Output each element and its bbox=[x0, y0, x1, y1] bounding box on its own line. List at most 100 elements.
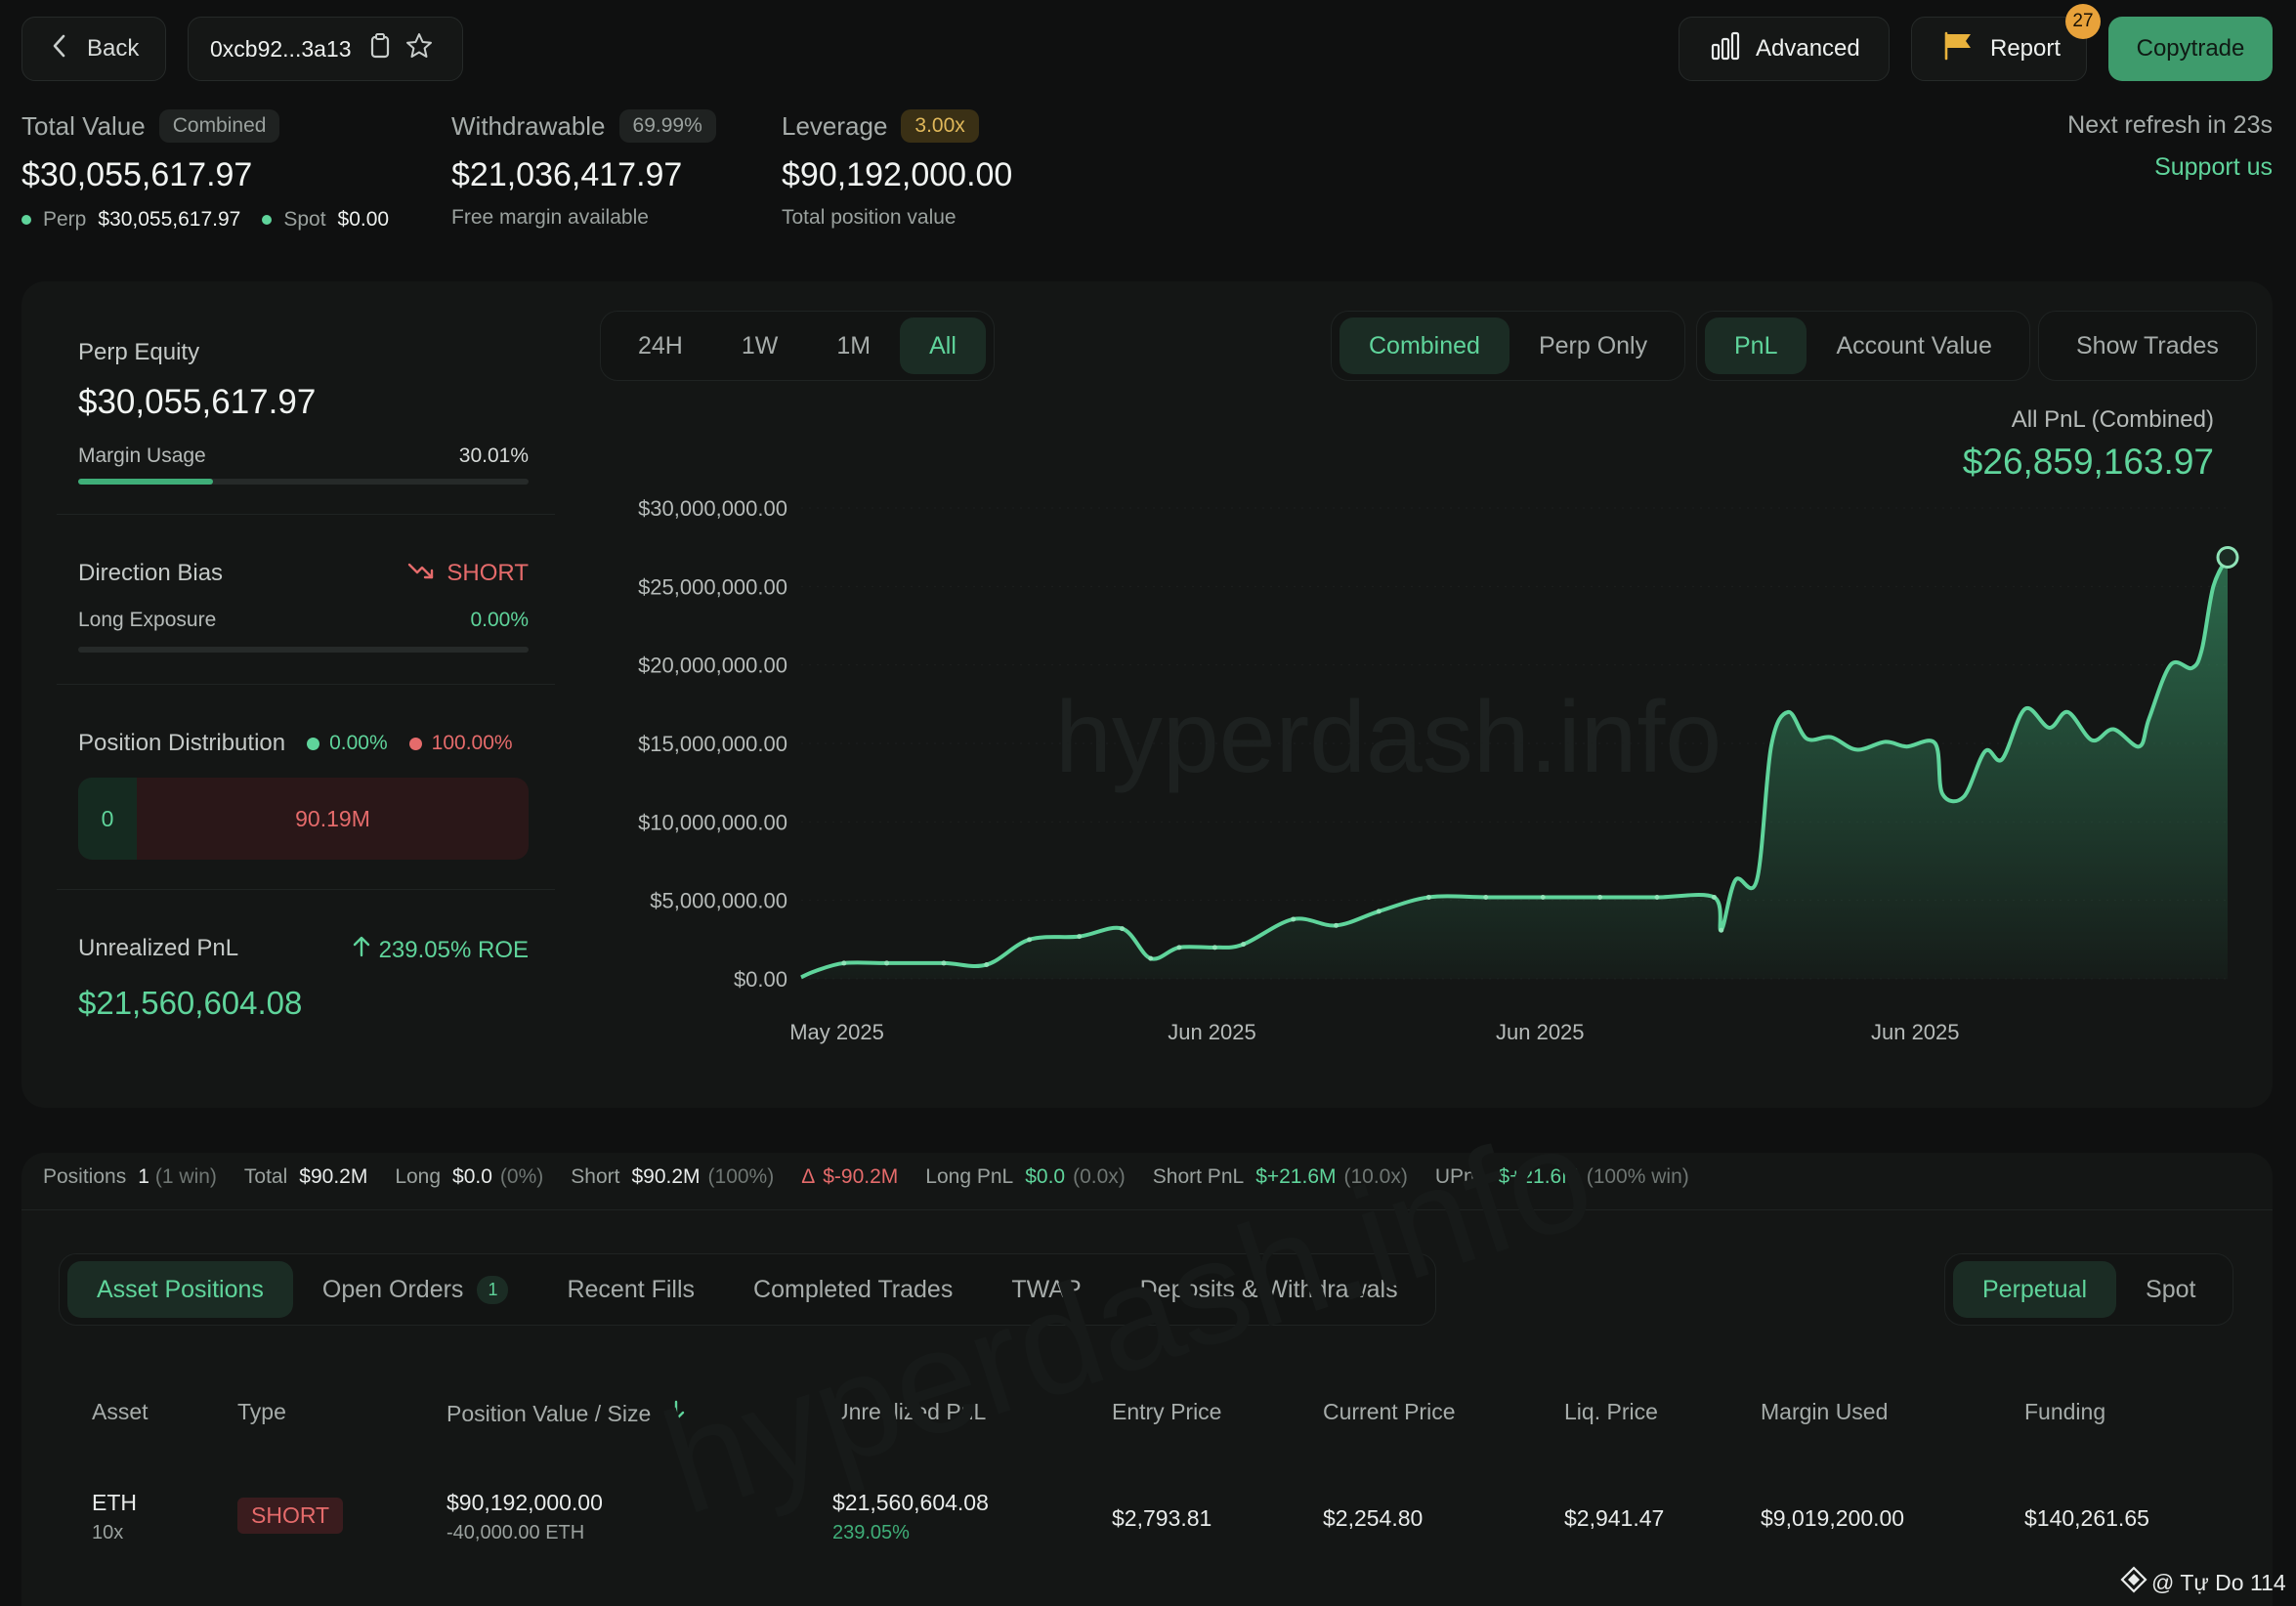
dist-short-value: 90.19M bbox=[295, 805, 370, 831]
refresh-timer: Next refresh in 23s bbox=[2067, 111, 2273, 139]
x-tick-label: Jun 2025 bbox=[1168, 1020, 1256, 1044]
report-label: Report bbox=[1990, 35, 2062, 62]
data-point bbox=[1425, 894, 1431, 900]
data-point bbox=[984, 962, 990, 968]
chart-pnl-label: All PnL (Combined) bbox=[2011, 406, 2214, 433]
show-trades-toggle[interactable]: Show Trades bbox=[2038, 311, 2257, 381]
data-point bbox=[841, 960, 847, 966]
range-24h[interactable]: 24H bbox=[609, 317, 712, 374]
col-funding[interactable]: Funding bbox=[2024, 1399, 2105, 1425]
advanced-button[interactable]: Advanced bbox=[1679, 17, 1890, 81]
row-liq-price: $2,941.47 bbox=[1564, 1505, 1665, 1531]
total-value-amount: $30,055,617.97 bbox=[21, 156, 253, 193]
bar-chart-icon bbox=[1711, 31, 1740, 67]
withdrawable-badge: 69.99% bbox=[618, 109, 716, 143]
perp-dot bbox=[21, 215, 31, 225]
summary-positions-sub: (1 win) bbox=[154, 1165, 217, 1188]
spot-label: Spot bbox=[283, 208, 326, 231]
margin-usage-label: Margin Usage bbox=[78, 444, 206, 467]
row-margin-used: $9,019,200.00 bbox=[1761, 1505, 1905, 1531]
direction-bias-label: Direction Bias bbox=[78, 560, 224, 586]
mode-perp-only[interactable]: Perp Only bbox=[1509, 317, 1677, 374]
data-point bbox=[1077, 934, 1083, 940]
col-current-price[interactable]: Current Price bbox=[1323, 1399, 1455, 1425]
report-count: 27 bbox=[2072, 11, 2094, 31]
back-button[interactable]: Back bbox=[21, 17, 166, 81]
long-exposure-label: Long Exposure bbox=[78, 609, 217, 631]
diamond-logo-icon bbox=[2120, 1566, 2147, 1599]
report-count-badge: 27 bbox=[2065, 4, 2101, 39]
report-button[interactable]: Report bbox=[1911, 17, 2087, 81]
copytrade-button[interactable]: Copytrade bbox=[2108, 17, 2273, 81]
data-point bbox=[1241, 942, 1247, 948]
data-point bbox=[1027, 937, 1033, 943]
range-all[interactable]: All bbox=[900, 317, 986, 374]
tab-open-orders[interactable]: Open Orders 1 bbox=[293, 1261, 538, 1318]
arrow-up-icon bbox=[352, 935, 371, 965]
data-point bbox=[1148, 955, 1154, 961]
tab-recent-fills[interactable]: Recent Fills bbox=[537, 1261, 724, 1318]
unrealized-pnl-value: $21,560,604.08 bbox=[78, 985, 303, 1021]
summary-positions-value: 1 bbox=[138, 1165, 149, 1188]
withdrawable-sub: Free margin available bbox=[451, 206, 649, 229]
summary-long-pnl-sub: (0.0x) bbox=[1073, 1165, 1126, 1188]
chart-watermark: hyperdash.info bbox=[1055, 681, 1722, 794]
market-tabs: Perpetual Spot bbox=[1944, 1253, 2234, 1326]
data-point bbox=[941, 960, 947, 966]
col-margin-used[interactable]: Margin Used bbox=[1761, 1399, 1888, 1425]
star-icon[interactable] bbox=[404, 31, 434, 67]
direction-bias-text: SHORT bbox=[446, 560, 529, 586]
data-point bbox=[1120, 926, 1125, 932]
copy-icon[interactable] bbox=[369, 32, 391, 66]
data-point bbox=[1540, 894, 1546, 900]
data-point bbox=[1483, 894, 1489, 900]
mode-combined[interactable]: Combined bbox=[1339, 317, 1509, 374]
metric-selector: PnL Account Value bbox=[1696, 311, 2030, 381]
y-tick-label: $10,000,000.00 bbox=[638, 810, 787, 834]
summary-long-pnl-value: $0.0 bbox=[1025, 1165, 1066, 1188]
range-1m[interactable]: 1M bbox=[807, 317, 900, 374]
copytrade-label: Copytrade bbox=[2136, 35, 2245, 62]
summary-long-pnl-label: Long PnL bbox=[925, 1165, 1014, 1188]
spot-value: $0.00 bbox=[337, 208, 390, 231]
metric-pnl[interactable]: PnL bbox=[1705, 317, 1807, 374]
summary-short-label: Short bbox=[571, 1165, 620, 1188]
pnl-chart[interactable]: hyperdash.info $30,000,000.00 $25,000,000… bbox=[606, 488, 2286, 1044]
y-tick-label: $15,000,000.00 bbox=[638, 732, 787, 756]
summary-upnl-sub: (100% win) bbox=[1586, 1165, 1689, 1188]
footer-credit-text: @ Tự Do 114 bbox=[2151, 1569, 2286, 1595]
data-point bbox=[1376, 909, 1382, 914]
row-current-price: $2,254.80 bbox=[1323, 1505, 1424, 1531]
flag-icon bbox=[1943, 31, 1975, 67]
left-divider-3 bbox=[57, 889, 555, 890]
chevron-left-icon bbox=[50, 33, 69, 65]
address-chip: 0xcb92...3a13 bbox=[188, 17, 463, 81]
summary-total-label: Total bbox=[243, 1165, 288, 1188]
range-1w[interactable]: 1W bbox=[712, 317, 808, 374]
data-point bbox=[1176, 945, 1182, 951]
col-asset[interactable]: Asset bbox=[92, 1399, 149, 1425]
tab-asset-positions[interactable]: Asset Positions bbox=[67, 1261, 293, 1318]
col-type[interactable]: Type bbox=[237, 1399, 286, 1425]
row-leverage: 10x bbox=[92, 1522, 124, 1543]
x-tick-label: Jun 2025 bbox=[1871, 1020, 1960, 1044]
data-point bbox=[1719, 927, 1724, 933]
summary-short-sub: (100%) bbox=[707, 1165, 775, 1188]
row-entry-price: $2,793.81 bbox=[1112, 1505, 1212, 1531]
col-liq-price[interactable]: Liq. Price bbox=[1564, 1399, 1658, 1425]
y-tick-label: $0.00 bbox=[734, 967, 787, 992]
spot-dot bbox=[262, 215, 273, 225]
summary-long-label: Long bbox=[395, 1165, 442, 1188]
short-dot bbox=[408, 737, 422, 750]
metric-account-value[interactable]: Account Value bbox=[1807, 317, 2020, 374]
leverage-label: Leverage bbox=[782, 110, 888, 141]
tab-perpetual[interactable]: Perpetual bbox=[1953, 1261, 2117, 1318]
total-value-label: Total Value bbox=[21, 110, 146, 141]
y-tick-label: $20,000,000.00 bbox=[638, 654, 787, 678]
tab-spot[interactable]: Spot bbox=[2116, 1261, 2225, 1318]
mode-selector: Combined Perp Only bbox=[1331, 311, 1686, 381]
support-link[interactable]: Support us bbox=[2154, 153, 2273, 182]
show-trades-label: Show Trades bbox=[2076, 331, 2219, 359]
direction-bias-value: SHORT bbox=[407, 560, 529, 587]
y-tick-label: $5,000,000.00 bbox=[650, 889, 787, 913]
